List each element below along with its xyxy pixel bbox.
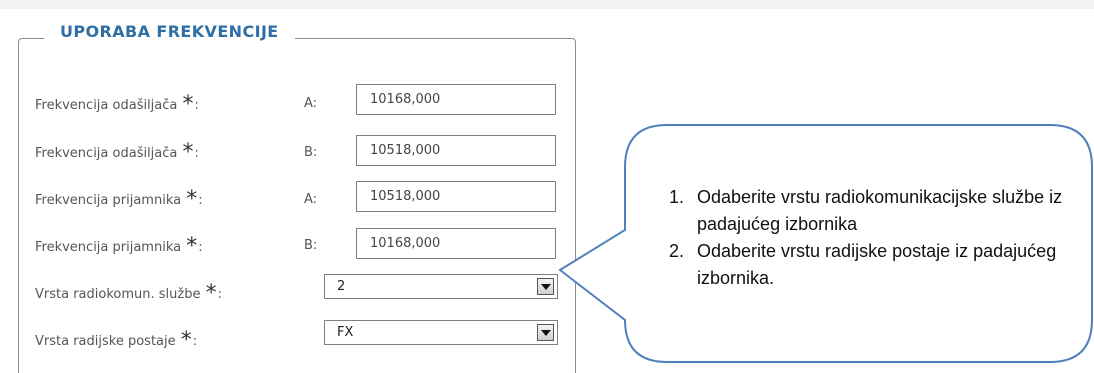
instruction-item: Odaberite vrstu radijske postaje iz pada… bbox=[689, 238, 1092, 292]
instruction-list: Odaberite vrstu radiokomunikacijske služ… bbox=[652, 184, 1092, 292]
callout-text: Odaberite vrstu radiokomunikacijske služ… bbox=[652, 184, 1092, 292]
instruction-item: Odaberite vrstu radiokomunikacijske služ… bbox=[689, 184, 1092, 238]
